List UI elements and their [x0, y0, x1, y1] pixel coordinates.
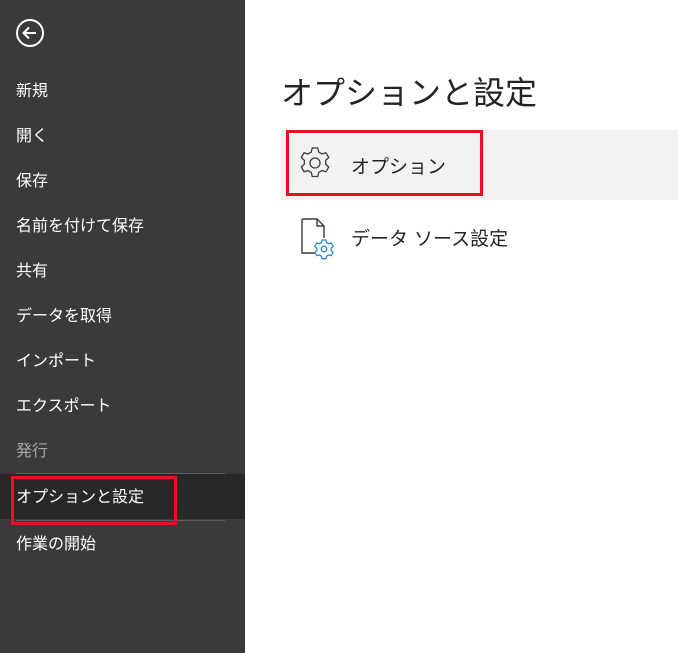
backstage-sidebar: 新規 開く 保存 名前を付けて保存 共有 データを取得 インポート エクスポート… [0, 0, 245, 653]
sidebar-item-label: 名前を付けて保存 [16, 216, 145, 235]
data-source-settings-button[interactable]: データ ソース設定 [281, 206, 678, 266]
sidebar-item-label: 共有 [16, 261, 49, 280]
data-source-settings-icon [299, 216, 339, 260]
options-button[interactable]: オプション [281, 130, 678, 200]
back-arrow-icon[interactable] [14, 17, 46, 49]
sidebar-item-label: オプションと設定 [16, 487, 145, 506]
sidebar-item-label: 新規 [16, 81, 49, 100]
main-panel: オプションと設定 オプション データ ソース設定 [245, 0, 678, 653]
sidebar-item-getting-started[interactable]: 作業の開始 [0, 521, 245, 566]
sidebar-item-import[interactable]: インポート [0, 338, 245, 383]
sidebar-item-share[interactable]: 共有 [0, 248, 245, 293]
sidebar-item-export[interactable]: エクスポート [0, 383, 245, 428]
sidebar-item-open[interactable]: 開く [0, 113, 245, 158]
gear-icon [297, 145, 333, 181]
sidebar-item-save-as[interactable]: 名前を付けて保存 [0, 203, 245, 248]
page-title: オプションと設定 [281, 74, 538, 112]
sidebar-item-label: インポート [16, 351, 97, 370]
sidebar-item-get-data[interactable]: データを取得 [0, 293, 245, 338]
data-source-settings-label: データ ソース設定 [351, 228, 509, 250]
sidebar-item-options-and-settings[interactable]: オプションと設定 [0, 474, 245, 525]
sidebar-item-new[interactable]: 新規 [0, 68, 245, 113]
sidebar-item-publish: 発行 [0, 428, 245, 473]
sidebar-item-label: データを取得 [16, 306, 113, 325]
options-label: オプション [351, 156, 447, 178]
sidebar-item-label: 発行 [16, 441, 49, 460]
sidebar-item-label: 開く [16, 126, 49, 145]
sidebar-item-label: 作業の開始 [16, 534, 97, 553]
sidebar-item-label: 保存 [16, 171, 49, 190]
sidebar-item-save[interactable]: 保存 [0, 158, 245, 203]
sidebar-nav: 新規 開く 保存 名前を付けて保存 共有 データを取得 インポート エクスポート… [0, 68, 245, 566]
sidebar-item-label: エクスポート [16, 396, 112, 415]
